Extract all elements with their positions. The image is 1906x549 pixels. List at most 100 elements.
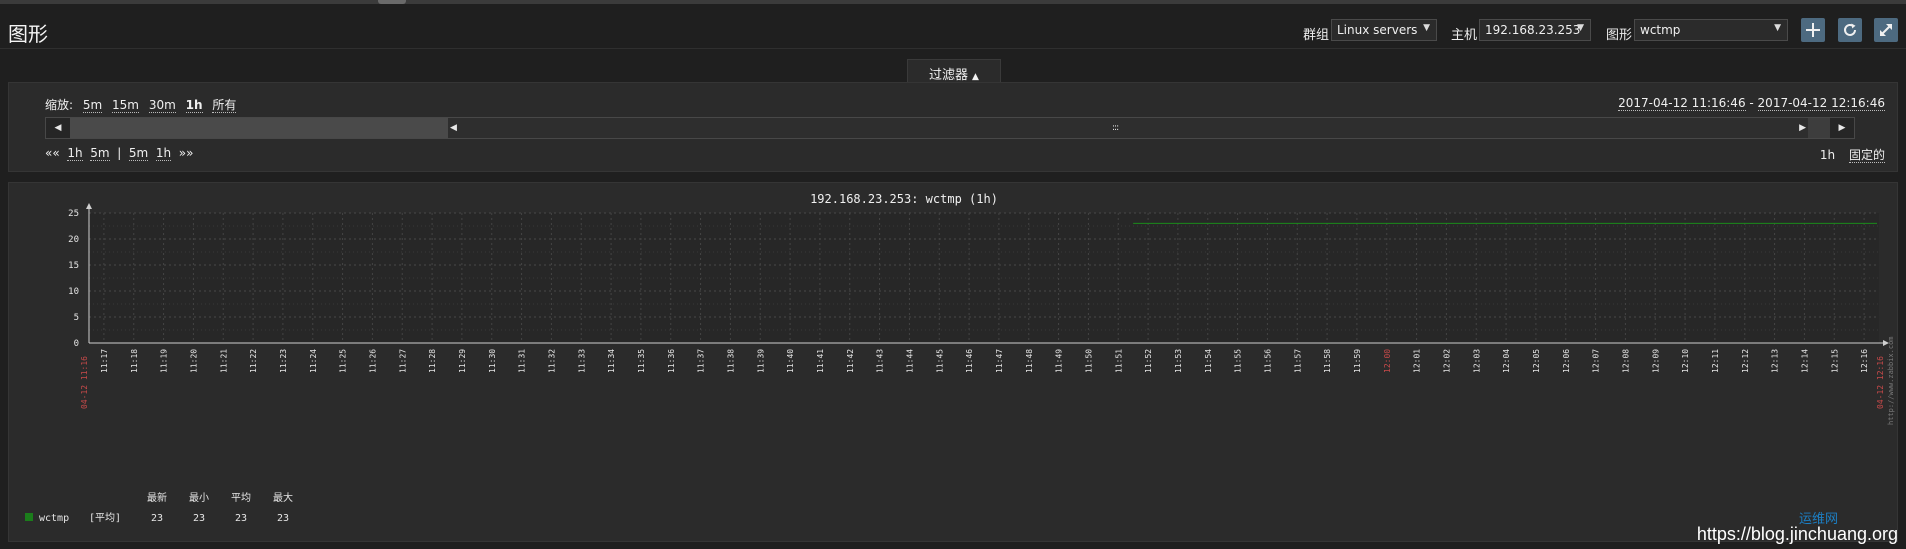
legend-value: 23	[235, 513, 247, 524]
x-tick-label: 11:45	[935, 349, 944, 373]
x-tick-label: 11:21	[219, 349, 228, 373]
refresh-icon	[1844, 23, 1856, 36]
graph-chart: 192.168.23.253: wctmp (1h) 0 5 10 15 20 25 11:1…	[25, 192, 1895, 524]
nav-forward-all[interactable]: »»	[179, 146, 194, 160]
drag-grip-icon[interactable]: :::	[1112, 118, 1119, 138]
legend-value: 23	[193, 513, 205, 524]
x-tick-label: 11:59	[1353, 349, 1362, 373]
watermark-text: https://blog.jinchuang.org	[1696, 524, 1898, 544]
x-tick-label: 12:01	[1413, 349, 1422, 373]
graph-select[interactable]: wctmp ▼	[1634, 19, 1788, 41]
period-fixed-row: 1h 固定的	[1820, 146, 1885, 163]
x-tick-label: 12:14	[1800, 349, 1809, 373]
zoom-option-30m[interactable]: 30m	[148, 98, 176, 113]
scroll-right-button[interactable]: ▶	[1830, 118, 1854, 138]
x-tick-label: 11:46	[965, 349, 974, 373]
add-to-favorites-button[interactable]	[1801, 18, 1825, 42]
x-tick-label: 11:55	[1234, 349, 1243, 373]
x-tick-label: 11:41	[816, 349, 825, 373]
legend-header: 最新	[147, 491, 167, 504]
nav-back-1h[interactable]: 1h	[67, 146, 83, 161]
thumb-right-handle-icon[interactable]: ▶	[1799, 118, 1806, 138]
graph-label: 图形	[1606, 28, 1633, 43]
group-select-value: Linux servers	[1337, 23, 1418, 37]
fullscreen-button[interactable]	[1874, 18, 1898, 42]
x-tick-label: 11:58	[1323, 349, 1332, 373]
x-tick-label: 12:02	[1442, 349, 1451, 373]
nav-back-all[interactable]: ««	[45, 146, 60, 160]
host-label: 主机	[1451, 28, 1478, 43]
scroll-track-left[interactable]	[70, 118, 448, 138]
timeline-scrollbar[interactable]: ◀ ◀ ::: ▶ ▶	[45, 117, 1855, 139]
x-tick-label: 11:18	[130, 349, 139, 373]
fixed-period-toggle[interactable]: 固定的	[1848, 148, 1885, 163]
y-tick-label: 5	[74, 313, 79, 323]
period-nav-row: «« 1h 5m | 5m 1h »»	[45, 146, 194, 161]
x-tick-label: 11:57	[1293, 349, 1302, 373]
x-tick-label: 11:54	[1204, 349, 1213, 373]
zoom-option-1h[interactable]: 1h	[185, 98, 203, 113]
page-header: 图形 群组 Linux servers ▼ 主机 192.168.23.253 …	[0, 4, 1906, 49]
x-tick-label: 11:17	[100, 349, 109, 373]
chevron-down-icon: ▼	[1577, 23, 1584, 33]
plus-icon	[1806, 23, 1820, 37]
chevron-down-icon: ▼	[1774, 23, 1781, 33]
zoom-option-15m[interactable]: 15m	[112, 98, 139, 113]
zoom-row: 缩放: 5m 15m 30m 1h 所有	[45, 96, 237, 113]
group-select[interactable]: Linux servers ▼	[1331, 19, 1437, 41]
x-tick-label: 12:04	[1502, 349, 1511, 373]
x-tick-label: 11:43	[876, 349, 885, 373]
nav-back-5m[interactable]: 5m	[90, 146, 110, 161]
zoom-option-5m[interactable]: 5m	[82, 98, 103, 113]
x-tick-label: 11:56	[1263, 349, 1272, 373]
host-select-value: 192.168.23.253	[1485, 23, 1581, 37]
chevron-down-icon: ▼	[1423, 23, 1430, 33]
x-tick-label: 12:09	[1651, 349, 1660, 373]
x-tick-label: 11:28	[428, 349, 437, 373]
x-tick-label: 11:38	[726, 349, 735, 373]
filter-toggle-tab[interactable]: 过滤器 ▲	[907, 59, 1001, 83]
host-select[interactable]: 192.168.23.253 ▼	[1479, 19, 1591, 41]
x-tick-label: 12:11	[1711, 349, 1720, 373]
x-tick-label: 11:32	[547, 349, 556, 373]
scroll-thumb[interactable]: ◀ ::: ▶	[448, 118, 1808, 138]
x-tick-label: 11:53	[1174, 349, 1183, 373]
y-axis-arrow-icon	[86, 203, 92, 209]
x-tick-label: 11:50	[1084, 349, 1093, 373]
x-tick-label: 11:49	[1055, 349, 1064, 373]
x-tick-label: 11:19	[160, 349, 169, 373]
group-label: 群组	[1303, 28, 1330, 43]
x-tick-label: 11:44	[905, 349, 914, 373]
y-tick-label: 10	[68, 287, 79, 297]
page-title: 图形	[8, 22, 48, 46]
arrow-left-icon: ◀	[54, 123, 62, 133]
x-tick-label: 11:27	[398, 349, 407, 373]
thumb-left-handle-icon[interactable]: ◀	[450, 118, 457, 138]
zabbix-side-text: http://www.zabbix.com	[1887, 336, 1895, 425]
filter-tab-label: 过滤器	[929, 68, 969, 83]
scroll-left-button[interactable]: ◀	[46, 118, 70, 138]
y-tick-label: 15	[68, 261, 79, 271]
y-tick-label: 20	[68, 235, 79, 245]
zoom-option-all[interactable]: 所有	[212, 98, 237, 113]
period-to[interactable]: 2017-04-12 12:16:46	[1757, 96, 1885, 111]
x-tick-label: 11:48	[1025, 349, 1034, 373]
x-tick-label: 11:47	[995, 349, 1004, 373]
x-tick-label: 11:33	[577, 349, 586, 373]
x-tick-label: 12:06	[1562, 349, 1571, 373]
legend-header: 最小	[189, 492, 209, 504]
x-tick-label: 11:23	[279, 349, 288, 373]
period-from[interactable]: 2017-04-12 11:16:46	[1618, 96, 1746, 111]
refresh-button[interactable]	[1838, 18, 1862, 42]
fullscreen-icon	[1880, 24, 1892, 36]
x-tick-label: 11:51	[1114, 349, 1123, 373]
period-separator: -	[1745, 96, 1758, 110]
nav-forward-1h[interactable]: 1h	[155, 146, 172, 161]
x-tick-label: 11:20	[189, 349, 198, 373]
nav-separator: |	[117, 146, 122, 160]
legend-header: 平均	[231, 492, 251, 504]
arrow-right-icon: ▶	[1838, 123, 1846, 133]
x-tick-label: 11:52	[1144, 349, 1153, 373]
graph-panel: 192.168.23.253: wctmp (1h) 0 5 10 15 20 25 11:1…	[8, 182, 1898, 542]
nav-forward-5m[interactable]: 5m	[128, 146, 149, 161]
